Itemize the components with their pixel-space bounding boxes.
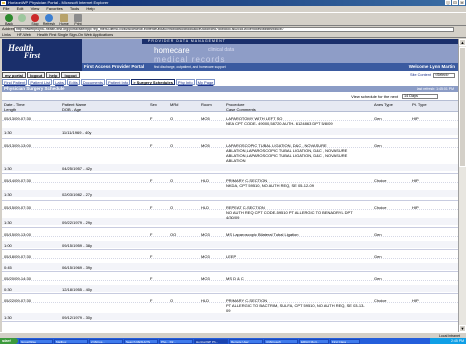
refresh-button[interactable]: Refresh [42,14,56,26]
tab-edits[interactable]: Edits [66,79,80,85]
portal-tabs: Find Patient Patient List Labs Edits Doc… [2,79,216,85]
col-pt-type: Pt. Type [412,102,427,107]
tab-surgery-schedules[interactable]: > Surgery Schedules [131,79,175,85]
system-tray: 2:45 PM [430,338,466,344]
page-content: Health First PROVIDER DATA MANAGEMENT ho… [2,39,458,332]
link-sso[interactable]: Health First Single Sign-On Web Applicat… [37,33,113,37]
task-button[interactable]: Remote User [229,338,263,344]
portal-nav: my portal logout help logout [2,72,80,78]
links-label: Links [2,33,11,37]
panel-title: Physician Surgery Schedule [4,86,65,91]
forward-arrow-icon [18,14,26,22]
site-content-select: Site Content <Select> [410,72,455,78]
appointment-row[interactable]: 05/13/09-07:30 F O MO5 LAPAROTOMY WITH L… [2,112,458,139]
minimize-button[interactable]: _ [445,0,451,5]
tab-my-page[interactable]: My Page [195,79,216,85]
stop-icon [31,14,39,22]
taskbar: start GroupWise Mailbox 2 Micros... Sear… [0,338,466,344]
menu-edit[interactable]: Edit [17,6,24,11]
close-button[interactable]: × [459,0,465,5]
refresh-time[interactable]: last refresh: 1:45:01 PM [417,86,454,92]
vertical-scrollbar[interactable]: ▲ ▼ [458,39,466,332]
site-content-dropdown[interactable]: <Select> [433,72,455,78]
refresh-icon [45,14,53,22]
menu-tools[interactable]: Tools [70,6,79,11]
start-button[interactable]: start [0,338,18,344]
appointment-row[interactable]: 05/22/09-07:30 F O HLD PRIMARY C-SECTION… [2,294,458,322]
menu-help[interactable]: Help [86,6,94,11]
task-button[interactable]: ERGO Mort... [299,338,329,344]
task-button[interactable]: Pho... Dir... [159,338,193,344]
col-sex: Sex [150,102,157,107]
back-button[interactable]: Back [2,14,16,26]
portal-tagline: find discharge, outpatient, and homecare… [154,65,226,69]
maximize-button[interactable]: □ [452,0,458,5]
appointment-row[interactable]: 05/15/09-07:30 F O HLD REPEAT C-SECTION … [2,201,458,228]
view-schedule-label: View schedule for the next [351,94,398,99]
browser-toolbar: Back Stop Refresh Home Print [0,12,466,26]
menu-view[interactable]: View [31,6,40,11]
printer-icon [74,14,82,22]
health-first-logo: Health First [2,39,82,71]
appointment-row[interactable]: 05/14/09-07:30 F O HLD PRIMARY C-SECTION… [2,174,458,201]
tab-documents[interactable]: Documents [80,79,105,85]
nav-my-portal[interactable]: my portal [2,72,27,78]
task-button[interactable]: 2 Micros... [89,338,123,344]
panel-header: Physician Surgery Schedule last refresh:… [2,86,458,92]
tab-patient-info[interactable]: Patient Info [105,79,131,85]
col-mr: MR# [170,102,179,107]
nav-logout-2[interactable]: logout [61,72,80,78]
portal-title: First Access Provider Portal [84,64,145,69]
stop-button[interactable]: Stop [30,14,40,26]
print-button[interactable]: Print [72,14,84,26]
appointment-row[interactable]: 05/20/09-14:30 F MO3 MS D & C Gen 0:30 1… [2,272,458,294]
tab-patient-list[interactable]: Patient List [28,79,53,85]
task-button[interactable]: Mailbox [54,338,88,344]
home-icon [60,14,68,22]
scroll-up-icon[interactable]: ▲ [459,39,466,46]
scroll-down-icon[interactable]: ▼ [459,325,466,332]
appointment-row[interactable]: 05/15/09-13:00 F OO MO3 MS Laparoscopic … [2,228,458,250]
menu-favorites[interactable]: Favorites [46,6,62,11]
task-button[interactable]: Search RESULTS [124,338,158,344]
tab-labs[interactable]: Labs [53,79,66,85]
forward-button[interactable] [17,14,27,26]
task-button[interactable]: GroupWise [19,338,53,344]
tab-find-patient[interactable]: Find Patient [2,79,28,85]
task-button[interactable]: 4 Microsoft [264,338,298,344]
appointment-row[interactable]: 05/18/09-07:30 F MO3 LEEP Gen 0:45 06/15… [2,250,458,272]
col-anes-type: Anes Type [374,102,393,107]
home-button[interactable]: Home [58,14,70,26]
col-room: Room [201,102,212,107]
window-controls: _ □ × [445,0,465,5]
schedule-rows: 05/13/09-07:30 F O MO5 LAPAROTOMY WITH L… [2,112,458,322]
tab-phy-info[interactable]: Phy Info [175,79,195,85]
schedule-range-row: View schedule for the next 14 Days [2,93,458,100]
clock: 2:45 PM [450,339,464,343]
menu-file[interactable]: File [3,6,9,11]
nav-logout[interactable]: logout [27,72,46,78]
appointment-row[interactable]: 05/13/09-13:00 F O MO5 LAPAROSCOPIC TUBA… [2,139,458,174]
schedule-column-headers: Date - Time Length Patient Name DOB - Ag… [2,100,458,112]
portal-banner: Health First PROVIDER DATA MANAGEMENT ho… [2,39,458,71]
welcome-text: Welcome Lynn Martin [408,64,455,69]
task-button-active[interactable]: HorizonWP Ph... [194,338,228,344]
banner-clinical: clinical data [208,47,235,53]
task-button[interactable]: First Class ... [330,338,360,344]
scroll-thumb[interactable] [459,47,466,167]
window-title: HorizonWP Physician Portal - Microsoft I… [8,0,109,5]
links-bar: Links HF-Web Health First Single Sign-On… [0,32,466,38]
range-dropdown[interactable]: 14 Days [402,94,438,99]
banner-homecare: homecare [154,46,190,55]
ie-icon [1,1,6,5]
provider-data-bar: PROVIDER DATA MANAGEMENT [142,39,458,44]
back-arrow-icon [5,14,13,22]
link-hf-web[interactable]: HF-Web [17,33,31,37]
nav-help[interactable]: help [46,72,61,78]
